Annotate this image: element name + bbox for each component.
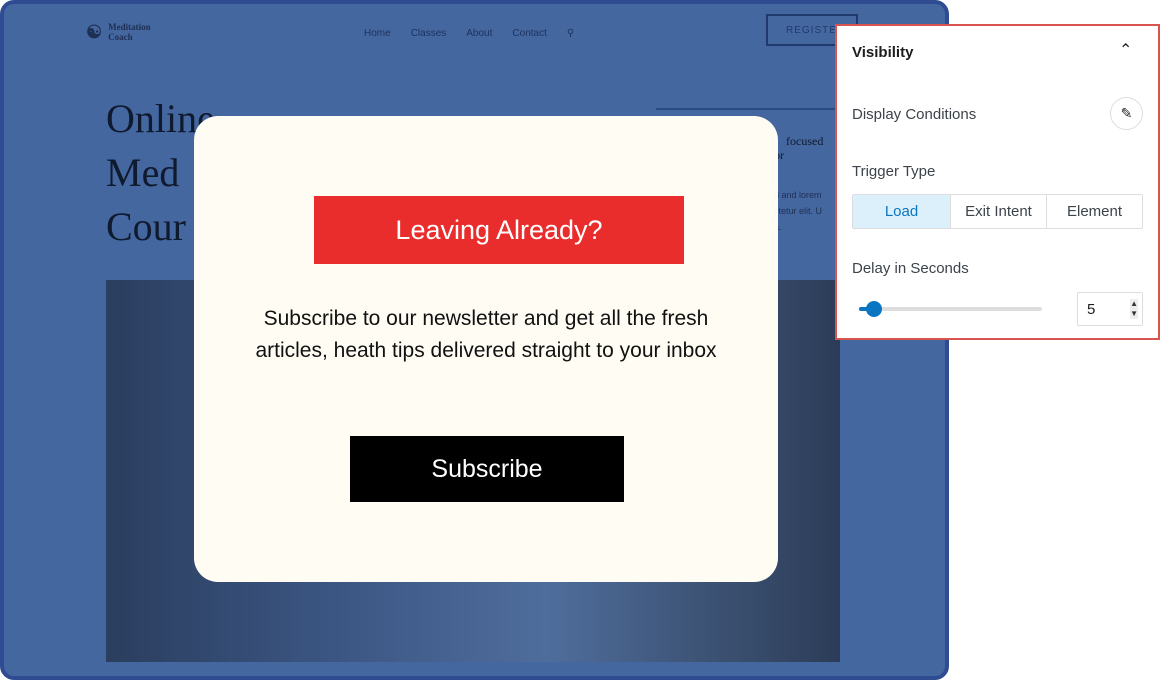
search-icon[interactable]: ⚲ (567, 28, 574, 39)
logo-text: Meditation (108, 22, 151, 32)
divider (656, 108, 846, 110)
nav-home[interactable]: Home (364, 28, 391, 39)
text-line: d and lorem (774, 190, 822, 200)
heading-line: or (774, 148, 784, 162)
trigger-type-selector: Load Exit Intent Element (852, 194, 1143, 229)
lotus-icon: ☯ (86, 22, 103, 42)
right-text: d and lorem ctetur elit. U a. (774, 187, 822, 235)
popup-message: Subscribe to our newsletter and get all … (255, 307, 717, 362)
spinner-icon[interactable]: ▲ ▼ (1130, 299, 1138, 319)
trigger-element[interactable]: Element (1046, 195, 1142, 228)
chevron-up-icon[interactable]: ⌃ (1119, 40, 1132, 60)
subscribe-button[interactable]: Subscribe (350, 436, 624, 502)
trigger-type-label: Trigger Type (852, 163, 936, 180)
nav-about[interactable]: About (466, 28, 492, 39)
delay-slider[interactable] (859, 301, 1042, 317)
logo-text: Coach (108, 32, 133, 42)
heading-line: focused (786, 134, 824, 148)
nav-contact[interactable]: Contact (512, 28, 546, 39)
slider-thumb[interactable] (865, 301, 882, 317)
text-line: ctetur elit. U (774, 206, 823, 216)
delay-input[interactable]: 5 ▲ ▼ (1077, 292, 1143, 326)
right-heading: focused or (774, 134, 823, 162)
delay-value: 5 (1087, 301, 1096, 318)
site-logo[interactable]: ☯ Meditation Coach (86, 22, 151, 42)
trigger-exit-intent[interactable]: Exit Intent (950, 195, 1046, 228)
nav-classes[interactable]: Classes (411, 28, 447, 39)
popup-heading: Leaving Already? (314, 196, 684, 264)
delay-label: Delay in Seconds (852, 260, 969, 277)
site-nav: Home Classes About Contact ⚲ (364, 28, 574, 39)
display-conditions-label: Display Conditions (852, 106, 977, 123)
exit-popup: Leaving Already? Subscribe to our newsle… (194, 116, 778, 582)
visibility-panel: Visibility ⌃ Display Conditions ✎ Trigge… (835, 24, 1160, 340)
pencil-icon[interactable]: ✎ (1110, 97, 1143, 130)
text-line: a. (774, 219, 822, 235)
panel-title: Visibility (852, 44, 914, 61)
trigger-load[interactable]: Load (853, 195, 950, 228)
